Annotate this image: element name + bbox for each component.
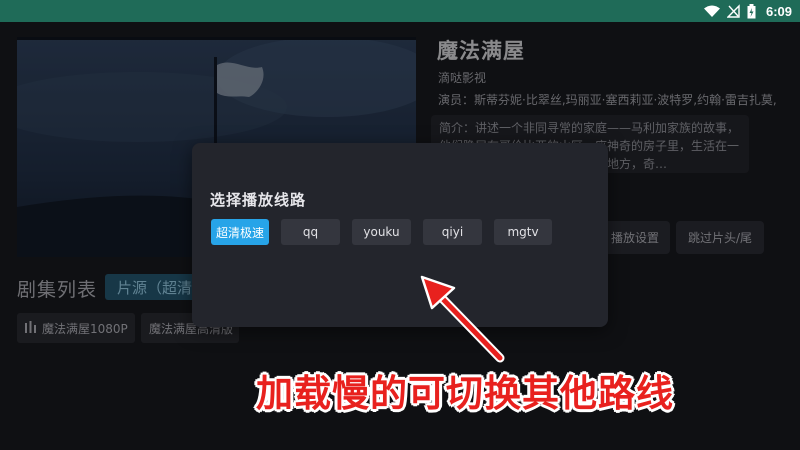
route-select-dialog: 选择播放线路 超清极速 qq youku qiyi mgtv [192,143,608,327]
status-icons: 6:09 [703,0,792,22]
no-signal-icon [726,4,740,18]
wifi-icon [703,5,720,18]
annotation-arrow-icon [420,275,505,363]
status-bar: 6:09 [0,0,800,22]
route-option[interactable]: qq [281,219,340,245]
annotation-caption: 加载慢的可切换其他路线 [256,372,674,415]
dialog-title: 选择播放线路 [210,191,307,209]
route-option[interactable]: 超清极速 [211,219,269,245]
route-option[interactable]: youku [352,219,411,245]
status-time: 6:09 [765,3,792,19]
battery-icon [747,3,756,19]
route-option[interactable]: qiyi [423,219,482,245]
route-option[interactable]: mgtv [494,219,552,245]
